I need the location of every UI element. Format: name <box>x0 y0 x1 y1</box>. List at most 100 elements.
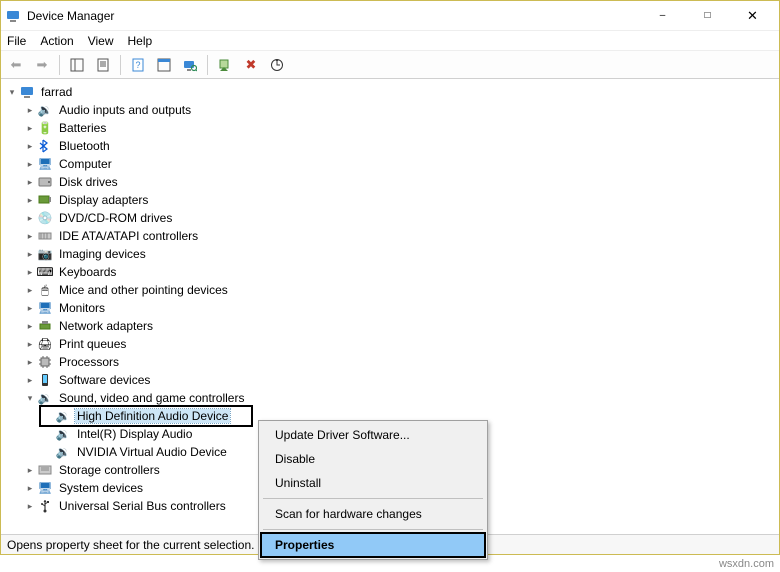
monitor-icon: 🖥 <box>37 300 53 316</box>
expand-icon[interactable]: ▸ <box>23 481 37 495</box>
scan-hardware-button[interactable] <box>179 54 201 76</box>
tree-node-computer[interactable]: ▸ 🖥 Computer <box>23 155 777 173</box>
menu-action[interactable]: Action <box>40 34 73 48</box>
camera-icon: 📷 <box>37 246 53 262</box>
close-button[interactable]: ✕ <box>730 2 775 30</box>
expand-icon[interactable]: ▸ <box>23 193 37 207</box>
expand-icon[interactable]: ▸ <box>23 229 37 243</box>
enable-device-button[interactable] <box>214 54 236 76</box>
back-button[interactable]: ⬅ <box>5 54 27 76</box>
update-driver-button[interactable] <box>266 54 288 76</box>
expand-icon[interactable]: ▸ <box>23 337 37 351</box>
tree-node-monitors[interactable]: ▸ 🖥 Monitors <box>23 299 777 317</box>
action-button[interactable] <box>153 54 175 76</box>
toolbar-separator <box>59 55 60 75</box>
expand-icon[interactable]: ▸ <box>23 463 37 477</box>
expand-icon[interactable]: ▸ <box>23 211 37 225</box>
ctx-scan-hardware[interactable]: Scan for hardware changes <box>261 502 485 526</box>
speaker-icon: 🔉 <box>55 426 71 442</box>
ctx-disable[interactable]: Disable <box>261 447 485 471</box>
properties-button[interactable] <box>92 54 114 76</box>
mouse-icon: 🖱 <box>37 282 53 298</box>
expand-icon[interactable]: ▸ <box>23 139 37 153</box>
expand-icon[interactable]: ▸ <box>23 103 37 117</box>
menu-help[interactable]: Help <box>128 34 153 48</box>
expand-icon[interactable]: ▸ <box>23 265 37 279</box>
collapse-icon[interactable]: ▾ <box>5 85 19 99</box>
expand-icon[interactable]: ▸ <box>23 373 37 387</box>
uninstall-device-button[interactable]: ✖ <box>240 54 262 76</box>
expand-icon[interactable]: ▸ <box>23 175 37 189</box>
tree-node-disk-drives[interactable]: ▸ Disk drives <box>23 173 777 191</box>
tree-node-print-queues[interactable]: ▸ 🖨 Print queues <box>23 335 777 353</box>
system-icon: 🖥 <box>37 480 53 496</box>
titlebar: Device Manager – □ ✕ <box>1 1 779 31</box>
tree-node-processors[interactable]: ▸ Processors <box>23 353 777 371</box>
tree-node-keyboards[interactable]: ▸ ⌨ Keyboards <box>23 263 777 281</box>
battery-icon: 🔋 <box>37 120 53 136</box>
menubar: File Action View Help <box>1 31 779 51</box>
bluetooth-icon <box>37 138 53 154</box>
disk-icon <box>37 174 53 190</box>
tree-node-software-devices[interactable]: ▸ Software devices <box>23 371 777 389</box>
toolbar-separator <box>207 55 208 75</box>
tree-root-node[interactable]: ▾ farrad <box>5 83 777 101</box>
toolbar: ⬅ ➡ ? ✖ <box>1 51 779 79</box>
app-icon <box>5 8 21 24</box>
storage-icon <box>37 462 53 478</box>
keyboard-icon: ⌨ <box>37 264 53 280</box>
context-menu-separator <box>263 529 483 530</box>
ctx-uninstall[interactable]: Uninstall <box>261 471 485 495</box>
cpu-icon <box>37 354 53 370</box>
forward-button[interactable]: ➡ <box>31 54 53 76</box>
expand-icon[interactable]: ▸ <box>23 355 37 369</box>
tree-node-bluetooth[interactable]: ▸ Bluetooth <box>23 137 777 155</box>
menu-view[interactable]: View <box>88 34 114 48</box>
tree-node-ide-ata[interactable]: ▸ IDE ATA/ATAPI controllers <box>23 227 777 245</box>
tree-node-network[interactable]: ▸ Network adapters <box>23 317 777 335</box>
expand-icon[interactable]: ▸ <box>23 319 37 333</box>
expand-icon[interactable]: ▸ <box>23 301 37 315</box>
tree-node-imaging[interactable]: ▸ 📷 Imaging devices <box>23 245 777 263</box>
maximize-button[interactable]: □ <box>685 2 730 30</box>
collapse-icon[interactable]: ▾ <box>23 391 37 405</box>
tree-node-mice[interactable]: ▸ 🖱 Mice and other pointing devices <box>23 281 777 299</box>
toolbar-separator <box>120 55 121 75</box>
usb-icon <box>37 498 53 514</box>
tree-node-high-definition-audio[interactable]: ▸ 🔉 High Definition Audio Device <box>41 407 251 425</box>
minimize-button[interactable]: – <box>640 2 685 30</box>
tree-node-sound-video-game[interactable]: ▾ 🔉 Sound, video and game controllers <box>23 389 777 407</box>
speaker-icon: 🔉 <box>55 408 71 424</box>
monitor-icon: 🖥 <box>37 156 53 172</box>
optical-drive-icon: 💿 <box>37 210 53 226</box>
expand-icon[interactable]: ▸ <box>23 499 37 513</box>
network-icon <box>37 318 53 334</box>
expand-icon[interactable]: ▸ <box>23 283 37 297</box>
printer-icon: 🖨 <box>37 336 53 352</box>
ctx-update-driver[interactable]: Update Driver Software... <box>261 423 485 447</box>
context-menu-separator <box>263 498 483 499</box>
svg-text:?: ? <box>135 60 140 70</box>
context-menu: Update Driver Software... Disable Uninst… <box>258 420 488 560</box>
show-hide-console-tree-button[interactable] <box>66 54 88 76</box>
expand-icon[interactable]: ▸ <box>23 247 37 261</box>
speaker-icon: 🔉 <box>55 444 71 460</box>
window-controls: – □ ✕ <box>640 2 775 30</box>
controller-icon <box>37 228 53 244</box>
tree-node-audio-inputs-outputs[interactable]: ▸ 🔉 Audio inputs and outputs <box>23 101 777 119</box>
watermark: wsxdn.com <box>719 558 774 570</box>
menu-file[interactable]: File <box>7 34 26 48</box>
expand-icon[interactable]: ▸ <box>23 121 37 135</box>
ctx-properties[interactable]: Properties <box>261 533 485 557</box>
window-title: Device Manager <box>27 9 640 23</box>
speaker-icon: 🔉 <box>37 390 53 406</box>
tree-node-batteries[interactable]: ▸ 🔋 Batteries <box>23 119 777 137</box>
expand-icon[interactable]: ▸ <box>23 157 37 171</box>
statusbar-text: Opens property sheet for the current sel… <box>7 538 254 552</box>
speaker-icon: 🔉 <box>37 102 53 118</box>
tree-node-display-adapters[interactable]: ▸ Display adapters <box>23 191 777 209</box>
help-button[interactable]: ? <box>127 54 149 76</box>
tree-root-label: farrad <box>39 85 74 99</box>
display-adapter-icon <box>37 192 53 208</box>
tree-node-dvd-cdrom[interactable]: ▸ 💿 DVD/CD-ROM drives <box>23 209 777 227</box>
